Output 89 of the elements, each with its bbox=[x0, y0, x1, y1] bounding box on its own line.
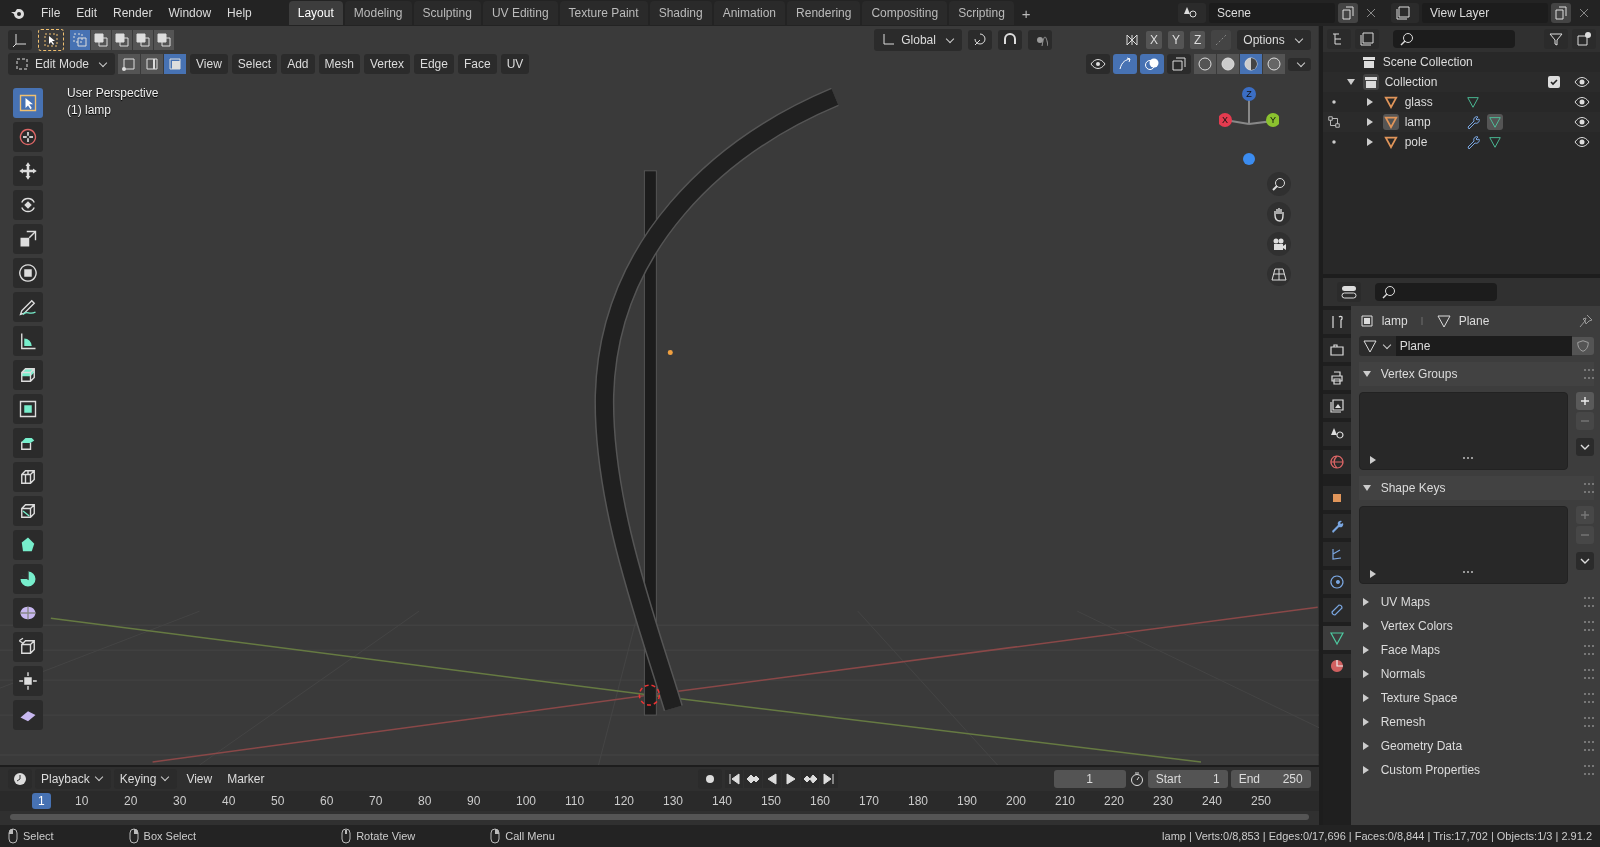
frame-number: 170 bbox=[859, 794, 880, 808]
frame-number: 50 bbox=[271, 794, 285, 808]
panel-header[interactable]: Remesh bbox=[1358, 710, 1594, 734]
breadcrumb-object: lamp bbox=[1381, 314, 1408, 328]
panel-header[interactable]: Custom Properties bbox=[1358, 758, 1594, 782]
navigation-gizmo-drawing[interactable]: Z X Y bbox=[1218, 86, 1279, 166]
frame-number: 230 bbox=[1153, 794, 1174, 808]
current-frame-marker: 1 bbox=[32, 793, 51, 809]
panel-header[interactable]: Normals bbox=[1358, 662, 1594, 686]
viewport-info-text: (1) lamp bbox=[67, 103, 112, 117]
menu-item[interactable]: UV bbox=[500, 54, 530, 74]
menu-item[interactable]: Mesh bbox=[318, 54, 360, 74]
menu-item[interactable]: Help bbox=[220, 2, 259, 24]
panel-header[interactable]: Shape Keys bbox=[1358, 476, 1594, 500]
scene-field[interactable]: Scene bbox=[1209, 3, 1335, 23]
end-frame-field[interactable]: End 250 bbox=[1230, 770, 1311, 788]
frame-number: 240 bbox=[1202, 794, 1223, 808]
options-dropdown[interactable]: Options bbox=[1237, 30, 1311, 50]
menu-item[interactable]: Keying bbox=[113, 769, 178, 789]
panel-header[interactable]: Vertex Groups bbox=[1358, 362, 1594, 386]
workspace-tab[interactable]: Texture Paint bbox=[559, 1, 648, 25]
scene-statistics: lamp | Verts:0/8,853 | Edges:0/17,696 | Faces:0/8,844 | Tris:17,702 | Objects:1/3 | 2.91.2 bbox=[1162, 830, 1592, 842]
menu-item[interactable]: Edge bbox=[413, 54, 454, 74]
menu-item[interactable]: Window bbox=[161, 2, 219, 24]
frame-number: 20 bbox=[124, 794, 138, 808]
frame-number: 90 bbox=[467, 794, 481, 808]
frame-number: 220 bbox=[1104, 794, 1125, 808]
frame-number: 130 bbox=[663, 794, 684, 808]
frame-number: 30 bbox=[173, 794, 187, 808]
menu-item[interactable]: Marker bbox=[221, 769, 271, 789]
tree-item[interactable]: pole bbox=[1404, 135, 1459, 149]
frame-number: 80 bbox=[418, 794, 432, 808]
frame-number: 100 bbox=[516, 794, 537, 808]
tree-item[interactable]: lamp bbox=[1404, 115, 1459, 129]
frame-number: 110 bbox=[565, 794, 585, 808]
frame-number: 40 bbox=[222, 794, 236, 808]
breadcrumb-mesh: Plane bbox=[1458, 314, 1490, 328]
panel-header[interactable]: UV Maps bbox=[1358, 590, 1594, 614]
frame-number: 200 bbox=[1006, 794, 1027, 808]
status-hint: Call Menu bbox=[505, 830, 555, 842]
menu-item[interactable]: Select bbox=[231, 54, 278, 74]
frame-number: 190 bbox=[957, 794, 978, 808]
workspace-tab[interactable]: Animation bbox=[713, 1, 786, 25]
menu-item[interactable]: Edit bbox=[69, 2, 105, 24]
workspace-tab[interactable]: Shading bbox=[649, 1, 712, 25]
menu-item[interactable]: File bbox=[34, 2, 68, 24]
tree-item[interactable]: glass bbox=[1404, 95, 1459, 109]
workspace-tab[interactable]: Modeling bbox=[344, 1, 412, 25]
panel-header[interactable]: Vertex Colors bbox=[1358, 614, 1594, 638]
panel-header[interactable]: Geometry Data bbox=[1358, 734, 1594, 758]
mode-dropdown[interactable]: Edit Mode bbox=[8, 53, 116, 75]
frame-number: 180 bbox=[908, 794, 929, 808]
workspace-tab[interactable]: Sculpting bbox=[413, 1, 481, 25]
workspace-tab[interactable]: Scripting bbox=[949, 1, 1014, 25]
workspace-tab[interactable]: Compositing bbox=[862, 1, 948, 25]
workspace-tab[interactable]: Layout bbox=[288, 1, 343, 25]
status-hint: Box Select bbox=[143, 830, 197, 842]
mesh-name-field[interactable]: Plane bbox=[1395, 336, 1572, 356]
status-hint: Rotate View bbox=[356, 830, 416, 842]
frame-number: 70 bbox=[369, 794, 383, 808]
frame-number: 150 bbox=[761, 794, 782, 808]
current-frame-field[interactable]: 1 bbox=[1053, 770, 1126, 788]
frame-number: 160 bbox=[810, 794, 831, 808]
frame-number: 120 bbox=[614, 794, 635, 808]
workspace-tab[interactable]: Rendering bbox=[787, 1, 861, 25]
viewport-info-text: User Perspective bbox=[67, 86, 159, 100]
frame-number: 250 bbox=[1251, 794, 1272, 808]
workspace-tab[interactable]: UV Editing bbox=[482, 1, 558, 25]
tree-item[interactable]: Scene Collection bbox=[1382, 55, 1473, 69]
menu-item[interactable]: Playback bbox=[35, 769, 111, 789]
panel-header[interactable]: Face Maps bbox=[1358, 638, 1594, 662]
menu-item[interactable]: Face bbox=[457, 54, 497, 74]
view-layer-field[interactable]: View Layer bbox=[1422, 3, 1548, 23]
frame-ruler[interactable]: 1 10 20 30 40 50 60 70 80 90 100 110 120 130 140 150 160 170 180 190 200 210 220 230 240 250 bbox=[0, 791, 1319, 811]
status-hint: Select bbox=[23, 830, 54, 842]
menu-item[interactable]: View bbox=[190, 54, 228, 74]
menu-item[interactable]: Vertex bbox=[363, 54, 410, 74]
frame-number: 140 bbox=[712, 794, 733, 808]
add-workspace-button[interactable]: + bbox=[1015, 2, 1037, 24]
menu-item[interactable]: Add bbox=[281, 54, 315, 74]
frame-number: 210 bbox=[1055, 794, 1076, 808]
tree-item[interactable]: Collection bbox=[1384, 75, 1438, 89]
panel-header[interactable]: Texture Space bbox=[1358, 686, 1594, 710]
frame-number: 10 bbox=[75, 794, 89, 808]
transform-orientation-dropdown[interactable]: Global bbox=[874, 29, 962, 51]
menu-item[interactable]: View bbox=[180, 769, 219, 789]
frame-number: 60 bbox=[320, 794, 334, 808]
start-frame-field[interactable]: Start 1 bbox=[1147, 770, 1228, 788]
menu-item[interactable]: Render bbox=[106, 2, 160, 24]
